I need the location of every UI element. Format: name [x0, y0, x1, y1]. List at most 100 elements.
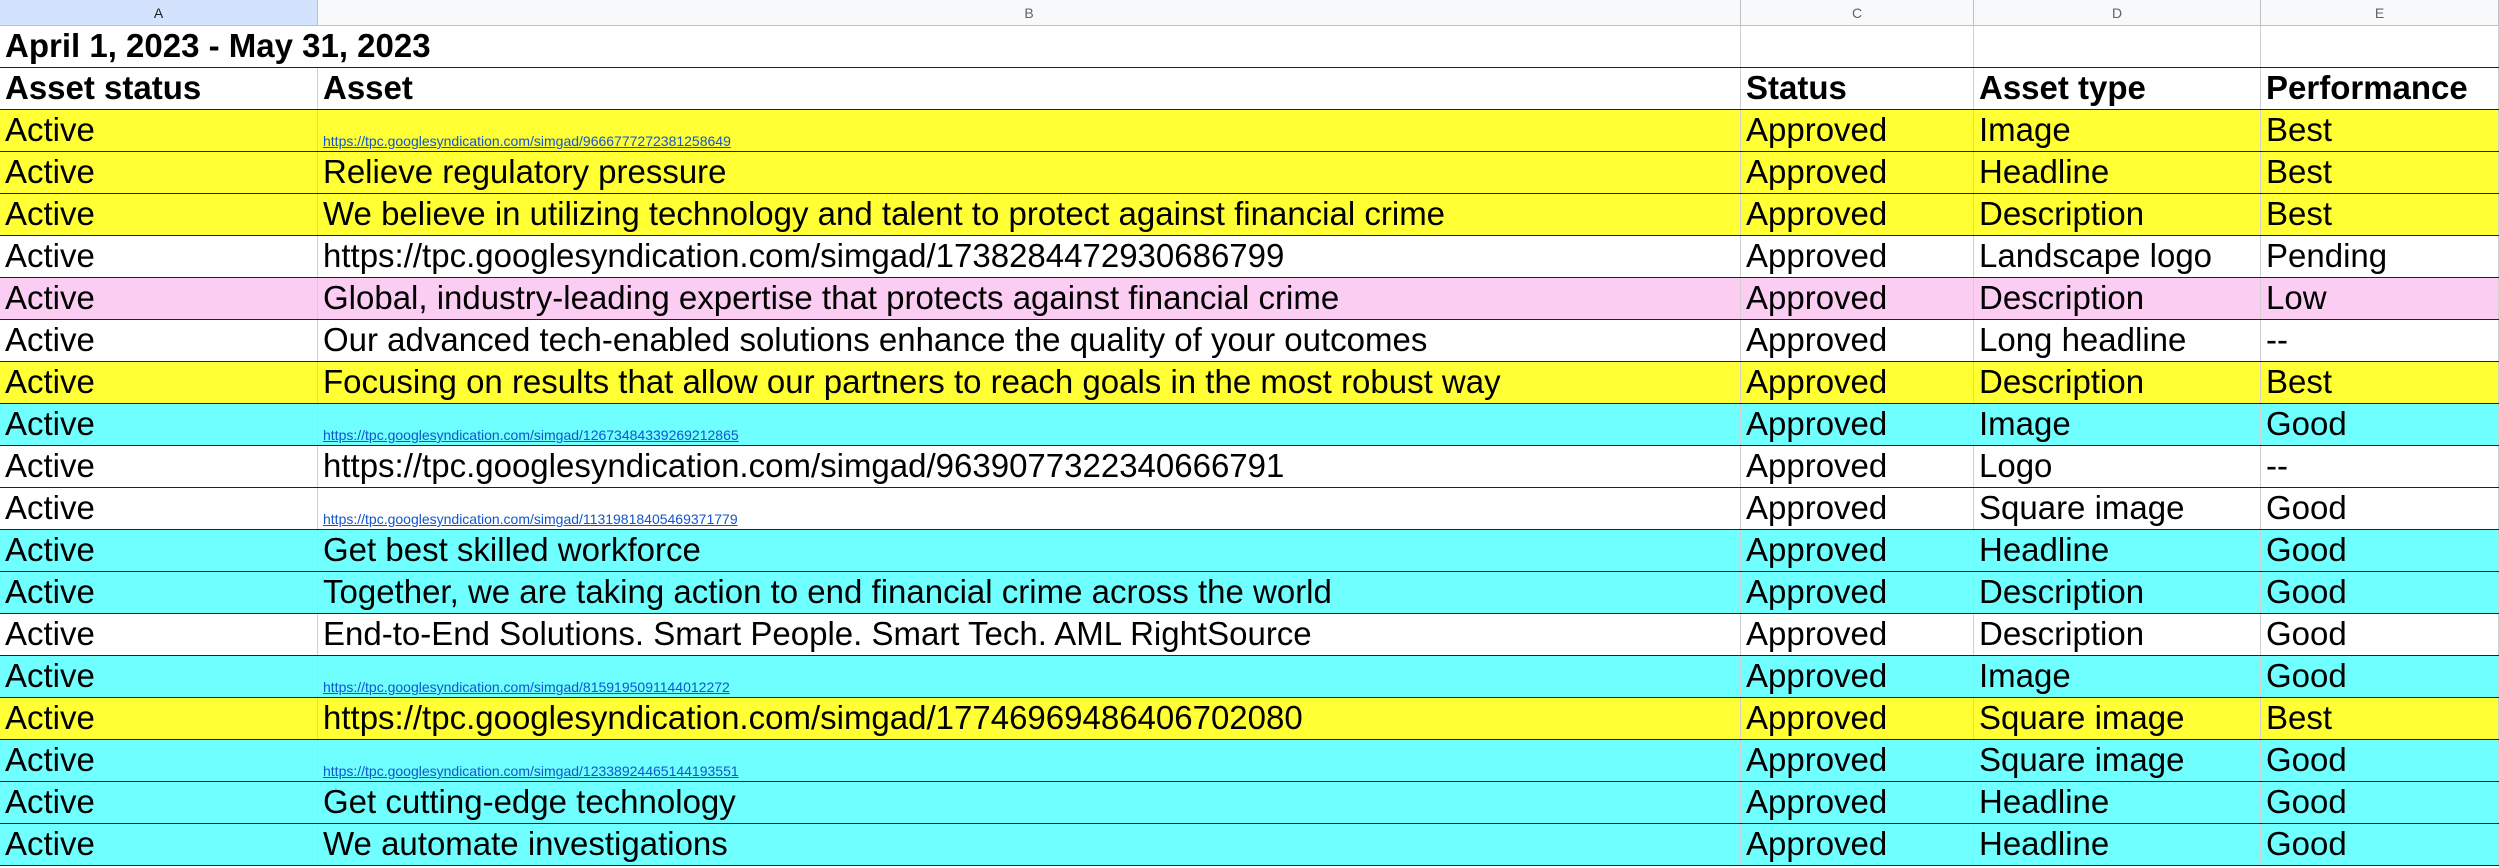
- asset-type-cell[interactable]: Headline: [1974, 782, 2261, 823]
- column-header-c[interactable]: C: [1741, 0, 1974, 25]
- performance-cell[interactable]: Best: [2261, 152, 2499, 193]
- approval-status-cell[interactable]: Approved: [1741, 614, 1974, 655]
- column-header-b[interactable]: B: [318, 0, 1741, 25]
- asset-type-cell[interactable]: Image: [1974, 110, 2261, 151]
- asset-cell[interactable]: Focusing on results that allow our partn…: [318, 362, 1741, 403]
- approval-status-cell[interactable]: Approved: [1741, 110, 1974, 151]
- asset-status-cell[interactable]: Active: [0, 656, 318, 697]
- asset-link[interactable]: https://tpc.googlesyndication.com/simgad…: [318, 488, 1741, 529]
- approval-status-cell[interactable]: Approved: [1741, 530, 1974, 571]
- asset-status-cell[interactable]: Active: [0, 320, 318, 361]
- performance-cell[interactable]: --: [2261, 446, 2499, 487]
- column-header-e[interactable]: E: [2261, 0, 2499, 25]
- asset-status-cell[interactable]: Active: [0, 236, 318, 277]
- performance-cell[interactable]: Good: [2261, 614, 2499, 655]
- asset-status-cell[interactable]: Active: [0, 152, 318, 193]
- approval-status-cell[interactable]: Approved: [1741, 824, 1974, 865]
- header-asset-status[interactable]: Asset status: [0, 68, 318, 109]
- asset-cell[interactable]: Relieve regulatory pressure: [318, 152, 1741, 193]
- asset-type-cell[interactable]: Headline: [1974, 530, 2261, 571]
- performance-cell[interactable]: Best: [2261, 698, 2499, 739]
- asset-cell[interactable]: We believe in utilizing technology and t…: [318, 194, 1741, 235]
- asset-status-cell[interactable]: Active: [0, 110, 318, 151]
- performance-cell[interactable]: Best: [2261, 194, 2499, 235]
- asset-type-cell[interactable]: Image: [1974, 656, 2261, 697]
- asset-cell[interactable]: https://tpc.googlesyndication.com/simgad…: [318, 698, 1741, 739]
- asset-type-cell[interactable]: Image: [1974, 404, 2261, 445]
- asset-link[interactable]: https://tpc.googlesyndication.com/simgad…: [318, 740, 1741, 781]
- approval-status-cell[interactable]: Approved: [1741, 782, 1974, 823]
- performance-cell[interactable]: Good: [2261, 404, 2499, 445]
- approval-status-cell[interactable]: Approved: [1741, 236, 1974, 277]
- header-asset-type[interactable]: Asset type: [1974, 68, 2261, 109]
- empty-cell[interactable]: [2261, 26, 2499, 67]
- header-performance[interactable]: Performance: [2261, 68, 2499, 109]
- asset-cell[interactable]: Global, industry-leading expertise that …: [318, 278, 1741, 319]
- asset-status-cell[interactable]: Active: [0, 446, 318, 487]
- asset-cell[interactable]: Our advanced tech-enabled solutions enha…: [318, 320, 1741, 361]
- approval-status-cell[interactable]: Approved: [1741, 278, 1974, 319]
- header-asset[interactable]: Asset: [318, 68, 1741, 109]
- performance-cell[interactable]: --: [2261, 320, 2499, 361]
- asset-cell[interactable]: End-to-End Solutions. Smart People. Smar…: [318, 614, 1741, 655]
- asset-type-cell[interactable]: Landscape logo: [1974, 236, 2261, 277]
- column-header-d[interactable]: D: [1974, 0, 2261, 25]
- performance-cell[interactable]: Good: [2261, 824, 2499, 865]
- approval-status-cell[interactable]: Approved: [1741, 698, 1974, 739]
- asset-link[interactable]: https://tpc.googlesyndication.com/simgad…: [318, 110, 1741, 151]
- asset-type-cell[interactable]: Square image: [1974, 488, 2261, 529]
- approval-status-cell[interactable]: Approved: [1741, 572, 1974, 613]
- empty-cell[interactable]: [318, 26, 1741, 67]
- date-range-cell[interactable]: April 1, 2023 - May 31, 2023: [0, 26, 431, 67]
- asset-status-cell[interactable]: Active: [0, 824, 318, 865]
- asset-type-cell[interactable]: Headline: [1974, 824, 2261, 865]
- approval-status-cell[interactable]: Approved: [1741, 446, 1974, 487]
- asset-cell[interactable]: We automate investigations: [318, 824, 1741, 865]
- asset-type-cell[interactable]: Description: [1974, 278, 2261, 319]
- performance-cell[interactable]: Best: [2261, 362, 2499, 403]
- asset-cell[interactable]: Get best skilled workforce: [318, 530, 1741, 571]
- performance-cell[interactable]: Good: [2261, 572, 2499, 613]
- performance-cell[interactable]: Good: [2261, 488, 2499, 529]
- asset-status-cell[interactable]: Active: [0, 362, 318, 403]
- approval-status-cell[interactable]: Approved: [1741, 404, 1974, 445]
- asset-cell[interactable]: https://tpc.googlesyndication.com/simgad…: [318, 236, 1741, 277]
- asset-link[interactable]: https://tpc.googlesyndication.com/simgad…: [318, 404, 1741, 445]
- asset-status-cell[interactable]: Active: [0, 740, 318, 781]
- asset-link[interactable]: https://tpc.googlesyndication.com/simgad…: [318, 656, 1741, 697]
- asset-type-cell[interactable]: Description: [1974, 614, 2261, 655]
- asset-status-cell[interactable]: Active: [0, 530, 318, 571]
- approval-status-cell[interactable]: Approved: [1741, 656, 1974, 697]
- column-header-a[interactable]: A: [0, 0, 318, 25]
- asset-status-cell[interactable]: Active: [0, 572, 318, 613]
- asset-cell[interactable]: Together, we are taking action to end fi…: [318, 572, 1741, 613]
- asset-type-cell[interactable]: Description: [1974, 362, 2261, 403]
- asset-status-cell[interactable]: Active: [0, 614, 318, 655]
- asset-cell[interactable]: Get cutting-edge technology: [318, 782, 1741, 823]
- performance-cell[interactable]: Good: [2261, 530, 2499, 571]
- asset-type-cell[interactable]: Long headline: [1974, 320, 2261, 361]
- approval-status-cell[interactable]: Approved: [1741, 740, 1974, 781]
- asset-type-cell[interactable]: Description: [1974, 194, 2261, 235]
- approval-status-cell[interactable]: Approved: [1741, 488, 1974, 529]
- empty-cell[interactable]: [1741, 26, 1974, 67]
- asset-status-cell[interactable]: Active: [0, 698, 318, 739]
- asset-type-cell[interactable]: Headline: [1974, 152, 2261, 193]
- asset-status-cell[interactable]: Active: [0, 278, 318, 319]
- asset-type-cell[interactable]: Square image: [1974, 740, 2261, 781]
- asset-status-cell[interactable]: Active: [0, 404, 318, 445]
- asset-status-cell[interactable]: Active: [0, 488, 318, 529]
- asset-type-cell[interactable]: Logo: [1974, 446, 2261, 487]
- header-status[interactable]: Status: [1741, 68, 1974, 109]
- performance-cell[interactable]: Good: [2261, 656, 2499, 697]
- performance-cell[interactable]: Pending: [2261, 236, 2499, 277]
- asset-status-cell[interactable]: Active: [0, 194, 318, 235]
- asset-type-cell[interactable]: Description: [1974, 572, 2261, 613]
- approval-status-cell[interactable]: Approved: [1741, 194, 1974, 235]
- approval-status-cell[interactable]: Approved: [1741, 320, 1974, 361]
- performance-cell[interactable]: Best: [2261, 110, 2499, 151]
- performance-cell[interactable]: Good: [2261, 740, 2499, 781]
- approval-status-cell[interactable]: Approved: [1741, 362, 1974, 403]
- asset-type-cell[interactable]: Square image: [1974, 698, 2261, 739]
- asset-cell[interactable]: https://tpc.googlesyndication.com/simgad…: [318, 446, 1741, 487]
